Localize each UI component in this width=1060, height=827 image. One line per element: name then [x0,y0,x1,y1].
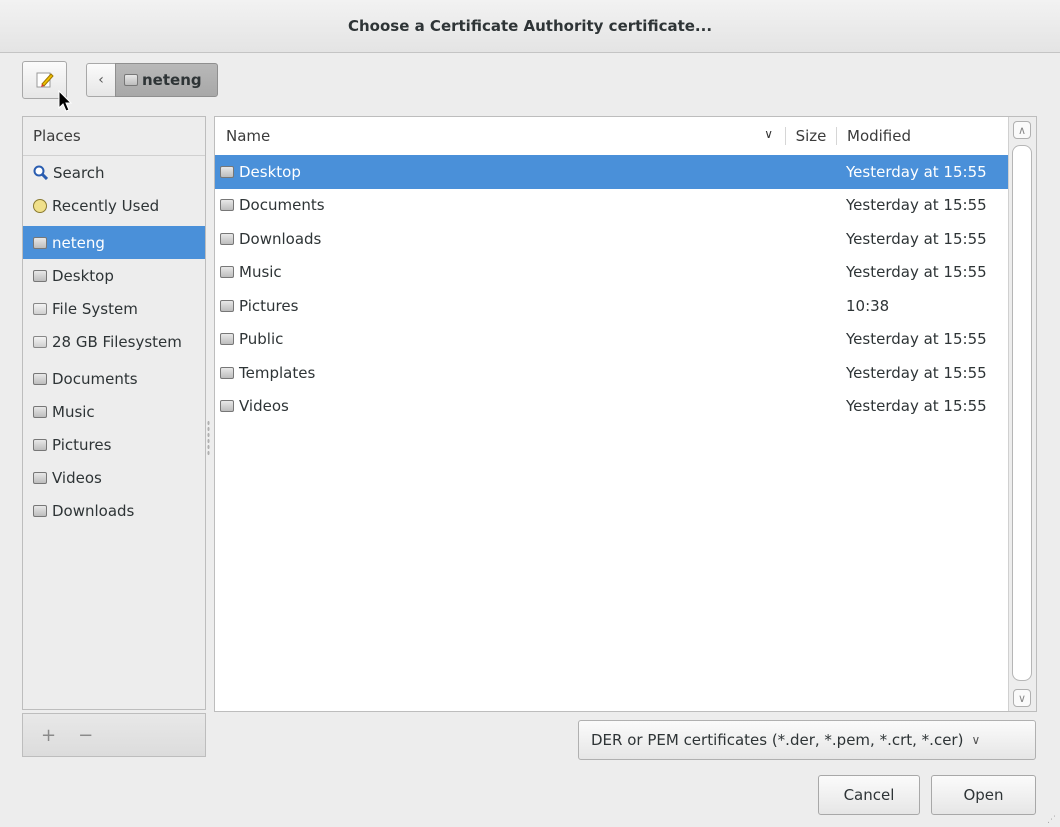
sidebar-item-documents[interactable]: Documents [23,362,205,395]
table-row[interactable]: Desktop Yesterday at 15:55 [215,155,1008,189]
file-name: Videos [239,397,289,416]
file-modified: Yesterday at 15:55 [846,196,987,215]
table-row[interactable]: Music Yesterday at 15:55 [215,256,1008,290]
sidebar-item-label: neteng [52,233,105,252]
chevron-down-icon: ∨ [764,127,773,141]
table-row[interactable]: Templates Yesterday at 15:55 [215,356,1008,390]
file-list: Desktop Yesterday at 15:55 Documents Yes… [215,155,1008,423]
file-name: Public [239,330,284,349]
column-header-modified[interactable]: Modified [837,127,911,145]
column-header-name[interactable]: Name ∨ [215,127,785,145]
file-name: Desktop [239,162,301,181]
sidebar-item-recently-used[interactable]: Recently Used [23,189,205,222]
sidebar-item-label: Documents [52,369,138,388]
scroll-up-button[interactable]: ∧ [1013,121,1031,139]
path-button-neteng[interactable]: neteng [115,63,218,97]
sidebar-item-desktop[interactable]: Desktop [23,259,205,292]
places-header: Places [23,117,205,156]
scroll-down-button[interactable]: ∨ [1013,689,1031,707]
pictures-folder-icon [33,438,47,451]
search-icon [33,165,48,180]
sidebar-item-file-system[interactable]: File System [23,292,205,325]
file-modified: 10:38 [846,296,890,315]
file-name: Pictures [239,296,299,315]
sidebar-item-label: 28 GB Filesystem [52,332,182,351]
places-footer: + − [22,713,206,757]
pencil-icon [36,72,54,88]
remove-bookmark-button[interactable]: − [78,725,93,746]
resize-grip-icon[interactable]: ⋰ [1047,816,1056,825]
vertical-scrollbar[interactable]: ∧ ∨ [1008,117,1036,711]
file-modified: Yesterday at 15:55 [846,263,987,282]
file-name: Documents [239,196,325,215]
sidebar-item-label: Downloads [52,501,135,520]
table-row[interactable]: Downloads Yesterday at 15:55 [215,222,1008,256]
pictures-folder-icon [220,299,234,312]
path-label: neteng [142,71,202,89]
drive-icon [33,302,47,315]
documents-folder-icon [220,199,234,212]
sidebar-item-label: Recently Used [52,196,160,215]
file-modified: Yesterday at 15:55 [846,162,987,181]
pane-resize-handle[interactable] [207,420,210,456]
sidebar-item-downloads[interactable]: Downloads [23,494,205,527]
music-folder-icon [220,266,234,279]
downloads-folder-icon [220,232,234,245]
sidebar-item-music[interactable]: Music [23,395,205,428]
sidebar-item-pictures[interactable]: Pictures [23,428,205,461]
table-row[interactable]: Documents Yesterday at 15:55 [215,189,1008,223]
column-header-size[interactable]: Size [785,127,837,145]
scroll-thumb[interactable] [1012,145,1032,681]
dialog-title: Choose a Certificate Authority certifica… [347,17,713,35]
downloads-folder-icon [33,504,47,517]
sidebar-item-label: File System [52,299,138,318]
sidebar-item-label: Music [52,402,95,421]
open-button[interactable]: Open [931,775,1036,815]
file-name: Downloads [239,229,322,248]
path-back-button[interactable]: ‹ [86,63,116,97]
title-bar: Choose a Certificate Authority certifica… [0,0,1060,53]
drive-icon [33,335,47,348]
file-list-view: Name ∨ Size Modified Desktop Yesterday a… [214,116,1037,712]
documents-folder-icon [33,372,47,385]
file-modified: Yesterday at 15:55 [846,330,987,349]
file-modified: Yesterday at 15:55 [846,397,987,416]
add-bookmark-button[interactable]: + [41,725,56,746]
chevron-down-icon: ∨ [1017,691,1027,705]
cancel-button[interactable]: Cancel [818,775,920,815]
sidebar-item-28gb-filesystem[interactable]: 28 GB Filesystem [23,325,205,358]
sidebar-item-videos[interactable]: Videos [23,461,205,494]
recent-icon [33,198,47,213]
chevron-up-icon: ∧ [1017,123,1027,137]
videos-folder-icon [33,471,47,484]
sidebar-item-search[interactable]: Search [23,156,205,189]
filter-label: DER or PEM certificates (*.der, *.pem, *… [591,731,964,749]
mouse-cursor-icon [58,90,73,112]
public-folder-icon [220,333,234,346]
music-folder-icon [33,405,47,418]
places-sidebar: Places Search Recently Used neteng Deskt… [22,116,206,710]
sidebar-item-neteng[interactable]: neteng [23,226,205,259]
file-list-header: Name ∨ Size Modified [215,117,1008,156]
table-row[interactable]: Videos Yesterday at 15:55 [215,390,1008,424]
file-modified: Yesterday at 15:55 [846,229,987,248]
sidebar-item-label: Videos [52,468,102,487]
home-folder-icon [124,74,138,86]
sidebar-item-label: Search [53,163,105,182]
table-row[interactable]: Pictures 10:38 [215,289,1008,323]
file-name: Music [239,263,282,282]
file-type-filter-select[interactable]: DER or PEM certificates (*.der, *.pem, *… [578,720,1036,760]
sidebar-item-label: Pictures [52,435,112,454]
file-modified: Yesterday at 15:55 [846,363,987,382]
desktop-folder-icon [220,165,234,178]
sidebar-item-label: Desktop [52,266,114,285]
desktop-folder-icon [33,269,47,282]
videos-folder-icon [220,400,234,413]
chevron-down-icon: ∨ [971,733,981,747]
column-name-label: Name [226,127,271,145]
file-name: Templates [239,363,316,382]
home-folder-icon [33,236,47,249]
templates-folder-icon [220,366,234,379]
table-row[interactable]: Public Yesterday at 15:55 [215,323,1008,357]
